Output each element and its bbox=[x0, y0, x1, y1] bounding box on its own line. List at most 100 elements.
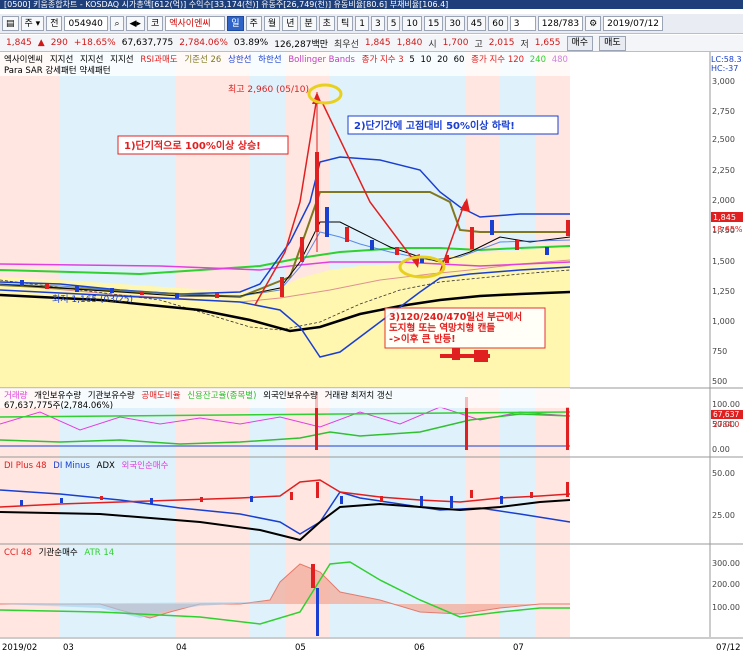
interval-5[interactable]: 5 bbox=[386, 16, 401, 31]
interval-1[interactable]: 1 bbox=[355, 16, 369, 31]
period-second[interactable]: 초 bbox=[318, 16, 335, 31]
date-input[interactable]: 2019/07/12 bbox=[603, 16, 664, 31]
vol-y-tick-100: 100.00 bbox=[712, 400, 740, 409]
search-icon[interactable]: ⌕ bbox=[110, 16, 124, 31]
vol-legend-foreign: 외국인보유수량 bbox=[263, 390, 318, 401]
cci-legend-inst: 기관순매수 bbox=[39, 547, 78, 558]
trade-amount: 126,287백만 bbox=[274, 39, 329, 50]
dmi-legend-adx: ADX bbox=[97, 461, 115, 471]
chart-toolbar: ▤ 주 ▾ 전 054940 ⌕ ◀▸ 코 엑사이엔씨 일 주 월 년 분 초 … bbox=[0, 14, 743, 34]
legend-rsi: RSI과매도 bbox=[140, 55, 177, 65]
vol-legend-short: 공매도비율 bbox=[141, 391, 180, 401]
dmi-legend-foreign: 외국인순매수 bbox=[122, 460, 169, 471]
x-label-feb: 2019/02 bbox=[2, 643, 37, 653]
x-label-right: 07/12 bbox=[716, 643, 741, 653]
up-arrow-icon: ▲ bbox=[37, 38, 45, 48]
x-axis: 2019/02 03 04 05 06 07 07/12 bbox=[0, 639, 743, 654]
high-marker-label: 최고 2,960 (05/10) bbox=[228, 84, 309, 95]
volume-pct: 2,784.06% bbox=[179, 38, 228, 48]
period-month[interactable]: 월 bbox=[263, 16, 281, 31]
dmi-y-tick-25: 25.00 bbox=[712, 511, 735, 520]
volume-value-label: 67,637,775주(2,784.06%) bbox=[4, 401, 113, 411]
interval-45[interactable]: 45 bbox=[466, 16, 487, 31]
x-label-jul: 07 bbox=[513, 643, 524, 653]
open-price: 1,700 bbox=[442, 38, 469, 48]
right-axis: LC:58.3 HC:-37 3,000 2,750 2,500 2,250 2… bbox=[570, 52, 743, 637]
volume: 67,637,775 bbox=[121, 38, 174, 48]
legend-upper: 상한선 bbox=[228, 54, 251, 65]
sell-button[interactable]: 매도 bbox=[599, 35, 626, 51]
turnover-pct: 03.89% bbox=[233, 38, 269, 48]
legend-ma240: 240 bbox=[530, 55, 546, 65]
y-tick-2000: 2,000 bbox=[712, 196, 735, 205]
legend-sar: Para SAR 강세패턴 약세패턴 bbox=[4, 65, 111, 76]
interval-15[interactable]: 15 bbox=[423, 16, 444, 31]
hc-label: HC:-37 bbox=[711, 64, 738, 73]
settings-icon[interactable]: ⚙ bbox=[585, 16, 602, 31]
interval-60[interactable]: 60 bbox=[488, 16, 508, 31]
x-label-jun: 06 bbox=[414, 643, 425, 653]
annotation-2: 2)단기간에 고점대비 50%이상 하락! bbox=[354, 119, 515, 132]
step-icon[interactable]: ◀▸ bbox=[125, 16, 145, 31]
stock-code-input[interactable]: 054940 bbox=[64, 16, 109, 31]
cci-y-tick-300: 300.00 bbox=[712, 559, 740, 568]
chart-canvas[interactable]: 1)단기적으로 100%이상 상승! 2)단기간에 고점대비 50%이상 하락!… bbox=[0, 52, 743, 654]
svg-text:CCI 48 기관순매수 ATR 1: CCI 48 기관순매수 ATR 14 bbox=[4, 547, 114, 558]
svg-text:DI Plus 48 DI Minus: DI Plus 48 DI Minus ADX 외국인순매수 bbox=[4, 460, 169, 471]
price-change: 290 bbox=[50, 38, 68, 48]
cci-y-tick-200: 200.00 bbox=[712, 580, 740, 589]
y-tick-1500: 1,500 bbox=[712, 257, 735, 266]
legend-support-3: 지지선 bbox=[110, 55, 133, 65]
best-ask: 1,845 bbox=[364, 38, 391, 48]
legend-stock: 엑사이엔씨 bbox=[4, 54, 43, 65]
market-select[interactable]: 주 ▾ bbox=[20, 16, 45, 31]
price-legend: 엑사이엔씨 지지선 지지선 지지선 RSI과매도 기준선 26 상한선 하한선 … bbox=[0, 52, 570, 76]
period-day[interactable]: 일 bbox=[227, 16, 244, 31]
vol-legend-low: 거래량 최저치 갱신 bbox=[325, 390, 393, 401]
interval-30[interactable]: 30 bbox=[445, 16, 465, 31]
period-year[interactable]: 년 bbox=[282, 16, 299, 31]
legend-ma3: 종가 지수 3 bbox=[362, 55, 404, 65]
current-price: 1,845 bbox=[6, 38, 32, 48]
legend-ma60: 60 bbox=[454, 55, 465, 65]
best-bid: 1,840 bbox=[396, 38, 423, 48]
window-title-bar: [0500] 키움종합차트 - KOSDAQ 시가총액[612(억)] 수익수[… bbox=[0, 0, 743, 9]
vol-legend-individual: 개인보유수량 bbox=[34, 390, 81, 401]
lc-label: LC:58.3 bbox=[711, 55, 742, 64]
dmi-legend-minus: DI Minus bbox=[53, 461, 90, 471]
buy-button[interactable]: 매수 bbox=[566, 35, 594, 51]
price-change-pct: +18.65% bbox=[73, 38, 116, 48]
y-tick-2500: 2,500 bbox=[712, 135, 735, 144]
stock-name: 엑사이엔씨 bbox=[165, 16, 226, 31]
y-tick-1000: 1,000 bbox=[712, 317, 735, 326]
interval-3[interactable]: 3 bbox=[370, 16, 385, 31]
low-price: 1,655 bbox=[534, 38, 561, 48]
cci-y-tick-100: 100.00 bbox=[712, 603, 740, 612]
low-label: 저 bbox=[520, 39, 529, 50]
annotation-3-line1: 3)120/240/470일선 부근에서 bbox=[389, 311, 522, 323]
best-bid-label: 최우선 bbox=[334, 39, 359, 50]
legend-support-2: 지지선 bbox=[80, 55, 103, 65]
y-tick-3000: 3,000 bbox=[712, 77, 735, 86]
menu-icon[interactable]: ▤ bbox=[2, 16, 19, 31]
period-tick[interactable]: 틱 bbox=[336, 16, 354, 31]
y-tick-2250: 2,250 bbox=[712, 166, 735, 175]
window-title: [0500] 키움종합차트 - KOSDAQ 시가총액[612(억)] 수익수[… bbox=[4, 0, 449, 9]
period-minute[interactable]: 분 bbox=[300, 16, 317, 31]
vol-legend-institution: 기관보유수량 bbox=[88, 390, 135, 401]
annotation-1: 1)단기적으로 100%이상 상승! bbox=[124, 139, 261, 152]
x-label-mar: 03 bbox=[63, 643, 74, 653]
svg-text:거래량 개인보유수량 기관보유수량: 거래량 개인보유수량 기관보유수량 공매도비율 신용잔고율(종목별) 외국인보유… bbox=[4, 390, 393, 401]
count-field[interactable]: 128/783 bbox=[537, 16, 584, 31]
x-label-may: 05 bbox=[295, 643, 306, 653]
period-week[interactable]: 주 bbox=[245, 16, 262, 31]
interval-input[interactable]: 3 bbox=[509, 16, 536, 31]
code-label: 코 bbox=[146, 16, 164, 31]
interval-10[interactable]: 10 bbox=[402, 16, 422, 31]
price-pct-tag: 18.65% bbox=[712, 225, 743, 234]
prev-button[interactable]: 전 bbox=[46, 16, 63, 31]
vol-y-tick-0: 0.00 bbox=[712, 445, 730, 454]
high-label: 고 bbox=[474, 39, 483, 50]
legend-ma10: 10 bbox=[421, 55, 432, 65]
vol-legend-volume: 거래량 bbox=[4, 390, 28, 401]
